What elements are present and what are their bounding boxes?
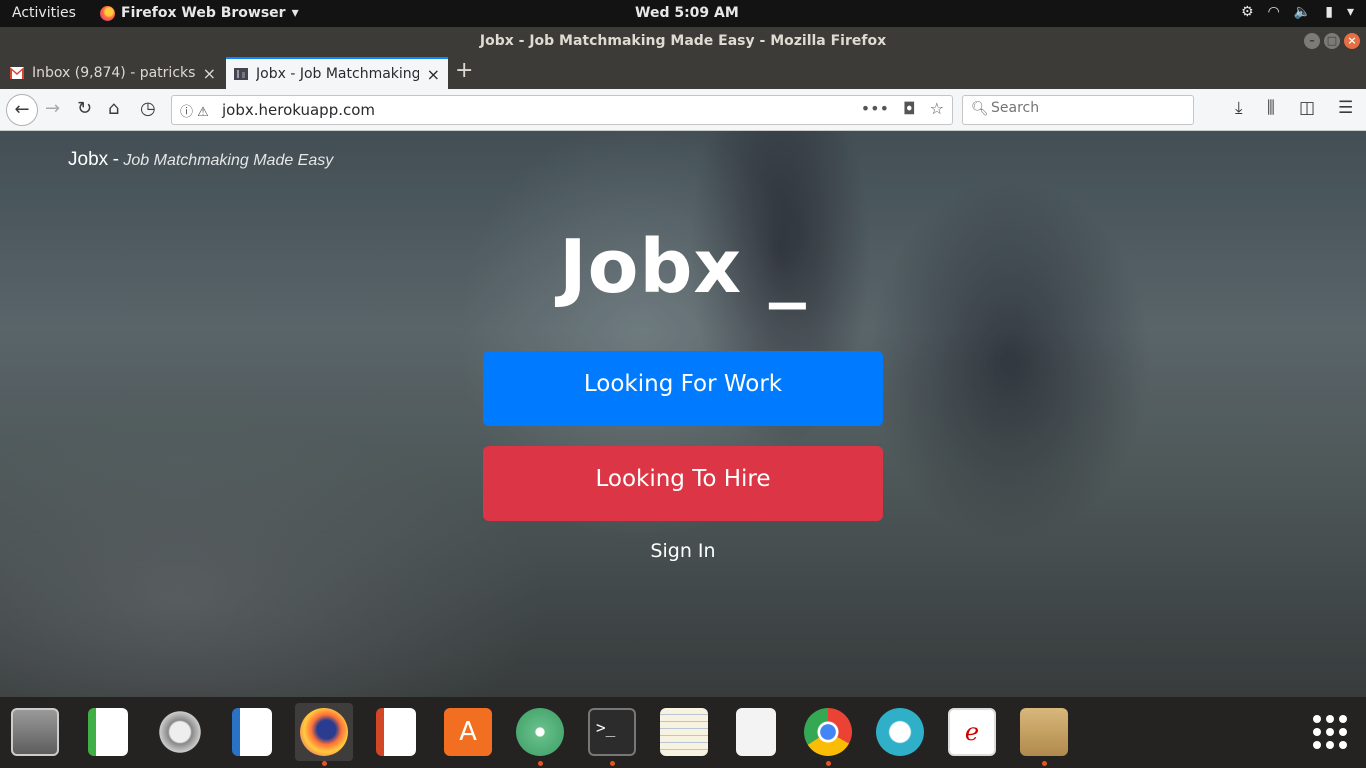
- close-tab-icon[interactable]: ×: [427, 65, 440, 84]
- app-menu-label: Firefox Web Browser: [121, 5, 286, 21]
- looking-to-hire-button[interactable]: Looking To Hire: [483, 446, 883, 521]
- volume-icon[interactable]: 🔈: [1294, 4, 1311, 20]
- chevron-down-icon[interactable]: ▾: [1347, 4, 1354, 20]
- looking-for-work-button[interactable]: Looking For Work: [483, 351, 883, 426]
- pocket-icon[interactable]: ◘: [903, 99, 916, 118]
- wifi-icon[interactable]: ◠: [1268, 4, 1280, 20]
- brand-name: Jobx: [68, 149, 109, 170]
- search-icon: 🔍︎: [971, 101, 989, 117]
- battery-icon[interactable]: ▮: [1325, 4, 1333, 20]
- dock: A >_ ℯ: [0, 697, 1366, 768]
- ubuntu-software-icon[interactable]: A: [439, 703, 497, 761]
- window-title: Jobx - Job Matchmaking Made Easy - Mozil…: [479, 33, 887, 49]
- activities-button[interactable]: Activities: [12, 5, 76, 21]
- back-button[interactable]: ←: [6, 94, 38, 126]
- chrome-icon[interactable]: [799, 703, 857, 766]
- text-editor-icon[interactable]: [655, 703, 713, 761]
- tab-title: Inbox (9,874) - patricksc: [32, 65, 195, 81]
- jobx-favicon: [234, 68, 248, 80]
- evince-icon[interactable]: ℯ: [943, 703, 1001, 761]
- brand-tagline: Job Matchmaking Made Easy: [123, 152, 334, 169]
- settings-indicator-icon[interactable]: ⚙: [1241, 4, 1254, 20]
- document-icon[interactable]: [727, 703, 785, 761]
- chevron-down-icon: ▾: [291, 5, 299, 21]
- maximize-button[interactable]: □: [1324, 33, 1340, 49]
- search-input[interactable]: [991, 100, 1186, 116]
- running-indicator: [826, 761, 831, 766]
- atom-icon[interactable]: [511, 703, 569, 766]
- running-indicator: [538, 761, 543, 766]
- system-tray[interactable]: ⚙ ◠ 🔈 ▮ ▾: [1241, 4, 1354, 20]
- close-tab-icon[interactable]: ×: [203, 64, 216, 83]
- bookmark-star-icon[interactable]: ☆: [930, 99, 944, 118]
- reload-button[interactable]: ↻: [77, 98, 92, 119]
- libreoffice-impress-icon[interactable]: [367, 703, 425, 761]
- new-tab-button[interactable]: +: [455, 58, 473, 83]
- gnome-top-bar: Activities Firefox Web Browser ▾ Wed 5:0…: [0, 0, 1366, 27]
- libreoffice-calc-icon[interactable]: [79, 703, 137, 761]
- files-icon[interactable]: [6, 703, 64, 761]
- gmail-icon: [10, 67, 24, 79]
- terminal-icon[interactable]: >_: [583, 703, 641, 766]
- hero-title: Jobx _: [559, 224, 807, 310]
- running-indicator: [322, 761, 327, 766]
- app-menu[interactable]: Firefox Web Browser ▾: [100, 5, 299, 21]
- minimize-button[interactable]: –: [1304, 33, 1320, 49]
- page-actions-icon[interactable]: •••: [861, 99, 889, 118]
- libreoffice-writer-icon[interactable]: [223, 703, 281, 761]
- site-info-icon[interactable]: ⓘ ⚠: [180, 101, 209, 120]
- running-indicator: [1042, 761, 1047, 766]
- firefox-icon[interactable]: [295, 703, 353, 766]
- history-icon[interactable]: ◷: [140, 98, 156, 119]
- sign-in-link[interactable]: Sign In: [0, 540, 1366, 562]
- url-text[interactable]: jobx.herokuapp.com: [222, 101, 375, 119]
- tab-strip: Inbox (9,874) - patricksc × Jobx - Job M…: [0, 55, 1366, 89]
- downloads-icon[interactable]: ⤓: [1235, 98, 1243, 118]
- clock[interactable]: Wed 5:09 AM: [635, 5, 739, 21]
- home-button[interactable]: ⌂: [108, 98, 119, 119]
- search-bar[interactable]: 🔍︎: [962, 95, 1194, 125]
- window-controls: – □ ×: [1304, 33, 1360, 49]
- page-content: Jobx - Job Matchmaking Made Easy Jobx _ …: [0, 131, 1366, 697]
- robomongo-icon[interactable]: [871, 703, 929, 761]
- tab-jobx[interactable]: Jobx - Job Matchmaking ×: [226, 57, 448, 89]
- url-bar[interactable]: ⓘ ⚠ jobx.herokuapp.com ••• ◘ ☆: [171, 95, 953, 125]
- forward-button[interactable]: →: [45, 98, 60, 119]
- close-window-button[interactable]: ×: [1344, 33, 1360, 49]
- brand-dash: -: [112, 149, 119, 170]
- running-indicator: [610, 761, 615, 766]
- navigation-toolbar: ← → ↻ ⌂ ◷ ⓘ ⚠ jobx.herokuapp.com ••• ◘ ☆…: [0, 89, 1366, 131]
- firefox-icon: [100, 5, 115, 21]
- show-applications-icon[interactable]: [1301, 703, 1359, 761]
- tab-gmail[interactable]: Inbox (9,874) - patricksc ×: [2, 57, 224, 89]
- hamburger-menu-icon[interactable]: ☰: [1338, 98, 1353, 118]
- sidebar-icon[interactable]: ◫: [1299, 98, 1315, 118]
- library-icon[interactable]: ⫼: [1267, 98, 1275, 118]
- tab-title: Jobx - Job Matchmaking: [256, 66, 419, 82]
- archive-manager-icon[interactable]: [1015, 703, 1073, 766]
- system-tools-icon[interactable]: [151, 703, 209, 761]
- brand[interactable]: Jobx - Job Matchmaking Made Easy: [68, 149, 333, 171]
- window-titlebar: Jobx - Job Matchmaking Made Easy - Mozil…: [0, 27, 1366, 55]
